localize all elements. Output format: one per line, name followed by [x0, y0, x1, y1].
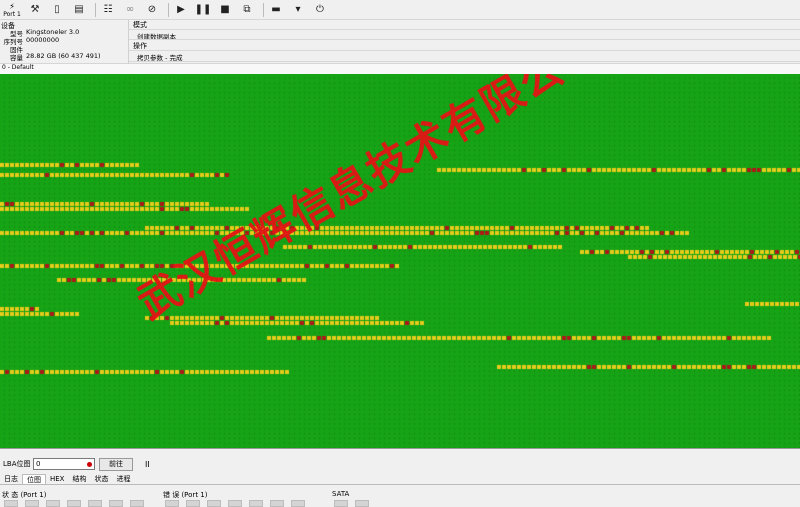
sata-title: SATA — [332, 490, 350, 498]
tools-icon: ⚒ — [30, 4, 40, 15]
play-icon: ▶ — [177, 4, 185, 15]
dropdown-icon: ▾ — [295, 4, 301, 15]
status-indicator — [25, 500, 39, 507]
disk-write-button[interactable]: ⊘ — [143, 1, 161, 19]
status-indicator — [4, 500, 18, 507]
toolbar-separator — [95, 2, 96, 17]
monitor-button[interactable]: ▬ — [267, 1, 285, 19]
error-title: 错 误 (Port 1) — [163, 491, 208, 499]
dropdown-button[interactable]: ▾ — [289, 1, 307, 19]
lba-bar: LBA位图 0 前往 II — [0, 455, 800, 473]
lba-label: LBA位图 — [3, 460, 31, 468]
binoculars-icon: ∞ — [125, 4, 135, 15]
tab-status[interactable]: 状态 — [90, 474, 112, 484]
disk-write-icon: ⊘ — [147, 4, 157, 15]
toolbar: ⚡ Port 1 ⚒ ▯ ▤ ☷ ∞ ⊘ ▶ ❚❚ ■ ⧉ ▬ ▾ ⏻ — [0, 0, 800, 20]
status-indicator — [355, 500, 369, 507]
toolbar-separator — [263, 2, 264, 17]
pause-icon: ❚❚ — [194, 4, 212, 15]
status-indicator — [270, 500, 284, 507]
tools-button[interactable]: ⚒ — [26, 1, 44, 19]
bottom-tabs: 日志 位图 HEX 结构 状态 进程 — [0, 474, 800, 485]
port-icon: ⚡ — [9, 1, 15, 11]
power-button[interactable]: ⏻ — [311, 1, 329, 19]
divider — [129, 29, 800, 30]
tab-structure[interactable]: 结构 — [68, 474, 90, 484]
copy-icon: ⧉ — [243, 4, 251, 15]
status-indicator — [186, 500, 200, 507]
monitor-icon: ▬ — [271, 4, 281, 15]
port-selector-button[interactable]: ⚡ Port 1 — [2, 2, 22, 18]
status-indicator — [249, 500, 263, 507]
drive-icon: ▯ — [54, 4, 60, 15]
device-info-panel: 设备 型号 Kingstoneler 3.0 序列号 00000000 固件 容量 2… — [0, 20, 800, 64]
divider — [129, 39, 800, 40]
tab-process[interactable]: 进程 — [112, 474, 134, 484]
status-indicator — [88, 500, 102, 507]
lba-input-value: 0 — [36, 460, 41, 468]
goto-button[interactable]: 前往 — [99, 457, 133, 471]
map-pause-button[interactable]: II — [145, 460, 150, 469]
state-title: 状 态 (Port 1) — [2, 491, 47, 499]
port-label: Port 1 — [3, 10, 21, 18]
sectors-button[interactable]: ☷ — [99, 1, 117, 19]
state-indicators — [4, 500, 151, 507]
play-button[interactable]: ▶ — [172, 1, 190, 19]
sector-map-canvas[interactable] — [0, 74, 800, 448]
status-panel: 状 态 (Port 1) 错 误 (Port 1) SATA — [0, 488, 800, 507]
search-button[interactable]: ∞ — [121, 1, 139, 19]
sata-indicators — [334, 500, 376, 507]
sectors-icon: ☷ — [103, 4, 113, 15]
drive-button[interactable]: ▯ — [48, 1, 66, 19]
tab-bitmap[interactable]: 位图 — [22, 474, 46, 484]
stop-icon: ■ — [220, 4, 230, 15]
toolbar-separator — [168, 2, 169, 17]
sector-map[interactable]: 武汉恒辉信息技术有限公司 — [0, 74, 800, 449]
map-title: 0 - Default — [0, 64, 800, 74]
power-icon: ⏻ — [316, 4, 324, 15]
status-indicator — [109, 500, 123, 507]
divider — [129, 61, 800, 62]
tab-log[interactable]: 日志 — [0, 474, 22, 484]
mode-panel: 模式 创建数据副本 操作 拷贝参数 - 完成 — [128, 20, 800, 64]
status-indicator — [67, 500, 81, 507]
status-indicator — [207, 500, 221, 507]
status-indicator — [334, 500, 348, 507]
status-indicator — [46, 500, 60, 507]
pause-button[interactable]: ❚❚ — [194, 1, 212, 19]
log-icon: ▤ — [74, 4, 84, 15]
record-icon — [87, 461, 92, 467]
status-indicator — [165, 500, 179, 507]
divider — [129, 50, 800, 51]
status-indicator — [291, 500, 305, 507]
lba-input[interactable]: 0 — [33, 458, 95, 470]
status-indicator — [228, 500, 242, 507]
copy-button[interactable]: ⧉ — [238, 1, 256, 19]
device-capacity-row: 容量 28.82 GB (60 437 491) — [10, 52, 101, 62]
tab-hex[interactable]: HEX — [46, 474, 68, 484]
status-indicator — [130, 500, 144, 507]
error-indicators — [165, 500, 312, 507]
stop-button[interactable]: ■ — [216, 1, 234, 19]
log-button[interactable]: ▤ — [70, 1, 88, 19]
